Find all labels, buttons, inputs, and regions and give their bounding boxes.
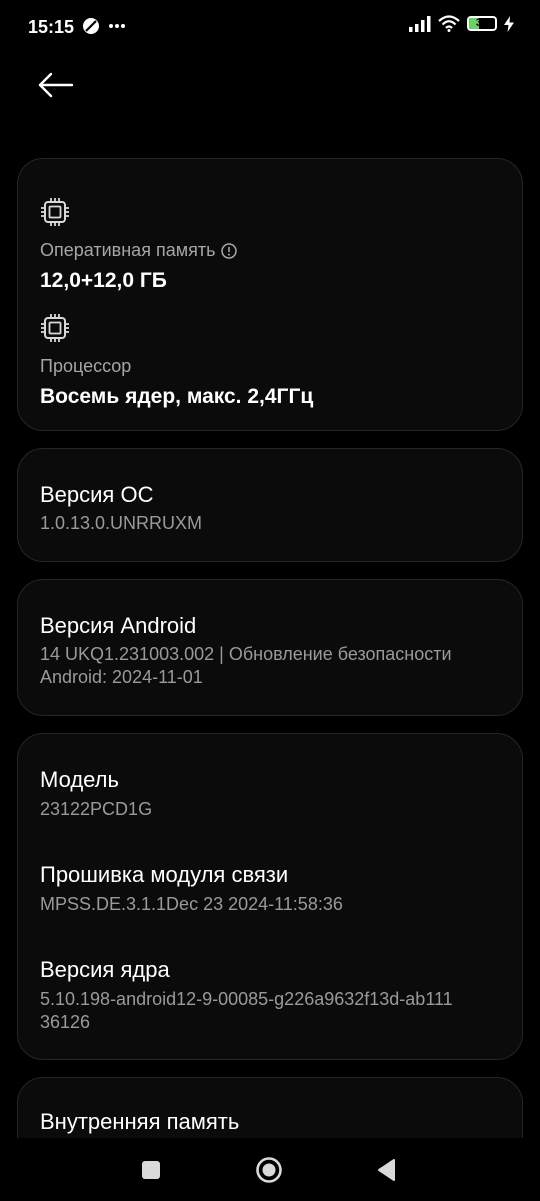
arrow-left-icon — [38, 72, 74, 98]
processor-chip-icon — [41, 314, 69, 342]
back-button[interactable] — [36, 70, 76, 100]
back-nav-button[interactable] — [376, 1158, 396, 1182]
ram-value: 12,0+12,0 ГБ — [40, 269, 167, 292]
more-notifications-icon — [109, 24, 125, 28]
status-time: 15:15 — [28, 17, 75, 37]
storage-title: Внутренняя память — [40, 1109, 240, 1134]
status-right-icons: 39 — [409, 15, 514, 32]
home-button[interactable] — [255, 1156, 283, 1184]
do-not-disturb-icon — [83, 18, 99, 34]
status-left-icons — [82, 17, 126, 35]
charging-icon — [504, 15, 514, 32]
android-version-line-1: 14 UKQ1.231003.002 | Обновление безопасн… — [40, 644, 452, 664]
kernel-line-1: 5.10.198-android12-9-00085-g226a9632f13d… — [40, 989, 453, 1009]
android-version-value: 14 UKQ1.231003.002 | Обновление безопасн… — [40, 643, 510, 689]
model-title: Модель — [40, 767, 119, 792]
kernel-value: 5.10.198-android12-9-00085-g226a9632f13d… — [40, 988, 510, 1034]
wifi-icon — [438, 15, 460, 32]
cpu-label: Процессор — [40, 356, 132, 376]
os-version-card[interactable]: Версия ОС 1.0.13.0.UNRRUXM — [17, 448, 523, 562]
android-version-title: Версия Android — [40, 613, 197, 638]
memory-chip-icon — [41, 198, 69, 226]
ram-label: Оперативная память — [40, 240, 216, 260]
device-info-card: Модель 23122PCD1G Прошивка модуля связи … — [17, 733, 523, 1060]
battery-icon: 39 — [467, 16, 497, 31]
os-version-value: 1.0.13.0.UNRRUXM — [40, 513, 203, 533]
battery-level-text: 39 — [475, 17, 489, 29]
ram-label-row: Оперативная память — [40, 240, 238, 261]
info-icon[interactable] — [221, 242, 238, 259]
signal-icon — [409, 15, 431, 32]
android-version-line-2: Android: 2024-11-01 — [40, 667, 203, 687]
recents-button[interactable] — [141, 1160, 161, 1180]
baseband-value: MPSS.DE.3.1.1Dec 23 2024-11:58:36 — [40, 894, 343, 914]
android-version-card[interactable]: Версия Android 14 UKQ1.231003.002 | Обно… — [17, 579, 523, 716]
kernel-line-2: 36126 — [40, 1012, 91, 1032]
status-bar: 15:15 39 — [0, 0, 540, 54]
baseband-title: Прошивка модуля связи — [40, 862, 289, 887]
hardware-card: Оперативная память 12,0+12,0 ГБ Процессо… — [17, 158, 523, 431]
os-version-title: Версия ОС — [40, 482, 154, 507]
navigation-bar — [0, 1138, 540, 1201]
kernel-title: Версия ядра — [40, 957, 170, 982]
cpu-value: Восемь ядер, макс. 2,4ГГц — [40, 385, 314, 408]
model-value: 23122PCD1G — [40, 799, 153, 819]
